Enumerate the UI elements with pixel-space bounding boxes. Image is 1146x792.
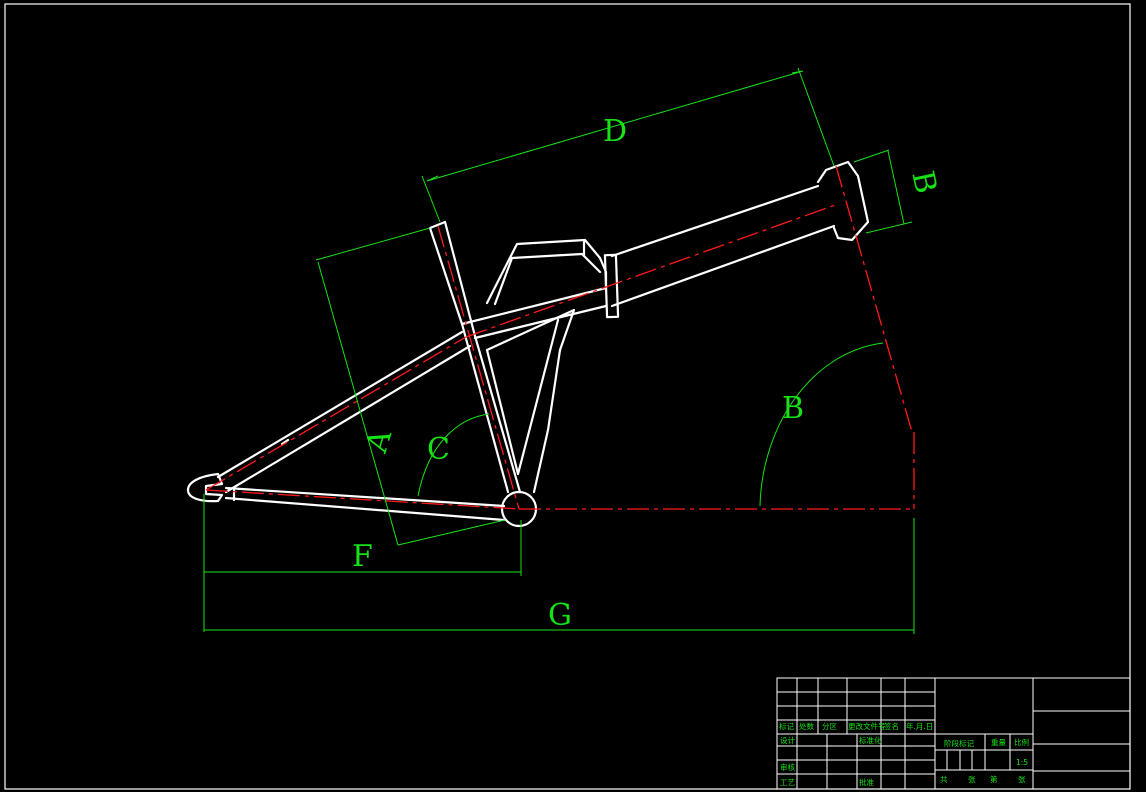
dimension-d-line	[421, 67, 835, 223]
tb-process-label: 工艺	[780, 778, 795, 787]
title-block: 标记 处数 分区 更改文件号 签名 年.月.日 设计 标准化 审核 工艺 批准 …	[776, 677, 1131, 790]
dimension-b-angle-label: B	[782, 391, 804, 426]
dimension-a-label: A	[359, 425, 399, 457]
bike-frame	[186, 160, 870, 528]
tb-stage-header: 阶段标记	[944, 738, 974, 748]
tb-scale-header: 比例	[1014, 737, 1029, 747]
tb-sheet-number: 第	[990, 774, 998, 784]
tb-standard-label: 标准化	[859, 735, 882, 745]
tb-weight-header: 重量	[991, 738, 1006, 747]
top-tube	[610, 184, 836, 308]
tb-rev-zone: 分区	[822, 722, 837, 731]
dimension-b-angle-arc	[759, 342, 884, 507]
centerlines	[205, 165, 915, 510]
tb-sheet-total: 共	[940, 775, 948, 784]
tb-rev-doc: 更改文件号	[848, 721, 886, 731]
centerline-top-tube	[465, 203, 839, 338]
upper-truss	[485, 238, 608, 306]
centerline-head-tube	[835, 165, 913, 433]
cad-drawing-sheet: D B A C B F G 标记 处数 分区 更改文件号 签名 年.月.日 设计…	[4, 3, 1131, 790]
dimensions: D B A C B F G	[203, 67, 943, 634]
tb-rev-sign: 签名	[884, 721, 899, 731]
centerline-seat-tube	[437, 225, 520, 510]
chain-stay	[224, 486, 506, 522]
tb-design-label: 设计	[780, 735, 795, 745]
tb-rev-mark: 标记	[779, 721, 794, 731]
tb-review-label: 审核	[780, 762, 795, 772]
tb-sheet-unit-2: 张	[1018, 775, 1026, 784]
dimension-f-label: F	[352, 539, 373, 574]
dimension-a-line	[315, 227, 506, 546]
tb-scale-value: 1:5	[1016, 758, 1028, 767]
tb-sheet-unit-1: 张	[968, 775, 976, 784]
drawing-border	[4, 3, 1131, 790]
dimension-b-tube-line	[853, 149, 913, 234]
dimension-g-label: G	[548, 598, 572, 633]
seat-stay	[216, 330, 472, 494]
dimension-d-label: D	[603, 114, 627, 149]
dimension-c-label: C	[427, 432, 450, 467]
tb-rev-date: 年.月.日	[906, 721, 933, 731]
rear-dropout	[186, 472, 224, 503]
dimension-b-tube-label: B	[904, 168, 943, 197]
tb-rev-count: 处数	[799, 721, 814, 731]
tb-approve-label: 批准	[859, 777, 874, 787]
